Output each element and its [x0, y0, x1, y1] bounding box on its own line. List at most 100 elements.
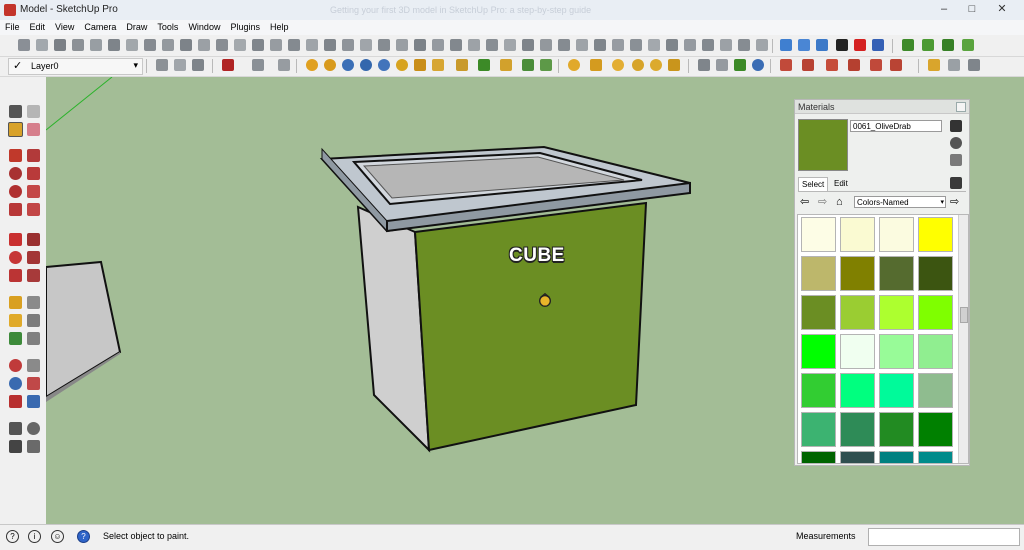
- warehouse-icon[interactable]: [500, 59, 512, 71]
- menu-file[interactable]: File: [0, 20, 25, 34]
- pie-icon[interactable]: [9, 203, 22, 216]
- paint-bucket-small-icon[interactable]: [950, 120, 962, 132]
- protractor-icon[interactable]: [9, 314, 22, 327]
- component-icon[interactable]: [27, 105, 40, 118]
- extension-red3-icon[interactable]: [826, 59, 838, 71]
- leaf-plugin-icon[interactable]: [962, 39, 974, 51]
- cube-settings-icon[interactable]: [968, 59, 980, 71]
- move-tool-icon[interactable]: [180, 39, 192, 51]
- section-plane-tool-icon[interactable]: [504, 39, 516, 51]
- protractor-tool-icon[interactable]: [270, 39, 282, 51]
- position-camera-tool-icon[interactable]: [486, 39, 498, 51]
- view-left-icon[interactable]: [396, 59, 408, 71]
- previous-view-icon[interactable]: [27, 395, 40, 408]
- scale-tool-icon[interactable]: [216, 39, 228, 51]
- zoom-window-icon[interactable]: [27, 377, 40, 390]
- orbit-tool-icon[interactable]: [360, 39, 372, 51]
- follow-me-tool-icon[interactable]: [234, 39, 246, 51]
- shaded-icon[interactable]: [720, 39, 732, 51]
- material-swatch[interactable]: [918, 373, 953, 408]
- xyz-plugin-icon[interactable]: [798, 39, 810, 51]
- view-top-icon[interactable]: [324, 59, 336, 71]
- drape-tool-icon[interactable]: [594, 39, 606, 51]
- sandbox-icon[interactable]: [478, 59, 490, 71]
- details-arrow-icon[interactable]: ⇨: [950, 196, 959, 208]
- pan-tool-icon[interactable]: [378, 39, 390, 51]
- play-icon[interactable]: [836, 39, 848, 51]
- back-edges-icon[interactable]: [666, 39, 678, 51]
- push-pull-tool-icon[interactable]: [144, 39, 156, 51]
- menu-edit[interactable]: Edit: [25, 20, 51, 34]
- arc-tool-icon[interactable]: [54, 39, 66, 51]
- minimize-button[interactable]: –: [932, 2, 956, 17]
- add-detail-tool-icon[interactable]: [612, 39, 624, 51]
- text-label-icon[interactable]: [27, 314, 40, 327]
- orbit-icon[interactable]: [9, 359, 22, 372]
- skin-plugin-icon[interactable]: [780, 39, 792, 51]
- material-swatch[interactable]: [840, 256, 875, 291]
- stamp-tool-icon[interactable]: [576, 39, 588, 51]
- extension-red6-icon[interactable]: [890, 59, 902, 71]
- eyedropper-icon[interactable]: [950, 177, 962, 189]
- solid-trim-icon[interactable]: [632, 59, 644, 71]
- tree-plugin-icon[interactable]: [902, 39, 914, 51]
- section-cut-icon[interactable]: [252, 59, 264, 71]
- freehand-icon[interactable]: [27, 167, 40, 180]
- material-swatch[interactable]: [918, 256, 953, 291]
- view-right-icon[interactable]: [360, 59, 372, 71]
- grass-plugin-icon[interactable]: [922, 39, 934, 51]
- walk-footprints-icon[interactable]: [9, 440, 22, 453]
- sandbox-contours-icon[interactable]: [522, 39, 534, 51]
- scale-icon[interactable]: [9, 269, 22, 282]
- outer-shell-icon[interactable]: [668, 59, 680, 71]
- wireframe-icon[interactable]: [684, 39, 696, 51]
- cube-yellow-icon[interactable]: [928, 59, 940, 71]
- user-icon[interactable]: ☺: [51, 530, 64, 543]
- menu-draw[interactable]: Draw: [121, 20, 152, 34]
- material-swatch[interactable]: [840, 451, 875, 463]
- flip-edge-tool-icon[interactable]: [630, 39, 642, 51]
- menu-plugins[interactable]: Plugins: [225, 20, 265, 34]
- material-swatch[interactable]: [879, 334, 914, 369]
- arc-icon[interactable]: [27, 185, 40, 198]
- polygon-tool-icon[interactable]: [108, 39, 120, 51]
- offset-tool-icon[interactable]: [162, 39, 174, 51]
- maximize-button[interactable]: □: [960, 2, 984, 17]
- x-ray-icon[interactable]: [648, 39, 660, 51]
- dynamic-component-icon[interactable]: [698, 59, 710, 71]
- material-swatch[interactable]: [801, 412, 836, 447]
- tape-measure-icon[interactable]: [9, 296, 22, 309]
- tape-measure-tool-icon[interactable]: [252, 39, 264, 51]
- tag-icon[interactable]: [414, 59, 426, 71]
- axes-tool-icon[interactable]: [324, 39, 336, 51]
- measurements-input[interactable]: [868, 528, 1020, 546]
- hidden-line-icon[interactable]: [702, 39, 714, 51]
- rectangle-tool-icon[interactable]: [72, 39, 84, 51]
- material-swatch[interactable]: [801, 334, 836, 369]
- component-options-icon[interactable]: [716, 59, 728, 71]
- extension-red4-icon[interactable]: [848, 59, 860, 71]
- material-swatch[interactable]: [879, 373, 914, 408]
- smoove-tool-icon[interactable]: [558, 39, 570, 51]
- select-arrow-icon[interactable]: [9, 105, 22, 118]
- position-camera-icon[interactable]: [9, 422, 22, 435]
- menu-view[interactable]: View: [50, 20, 79, 34]
- instructor-help-icon[interactable]: ?: [77, 530, 90, 543]
- dimension-tool-icon[interactable]: [288, 39, 300, 51]
- create-material-icon[interactable]: [950, 137, 962, 149]
- stop-icon[interactable]: [854, 39, 866, 51]
- eraser-style-icon[interactable]: [174, 59, 186, 71]
- paint-style-icon[interactable]: [156, 59, 168, 71]
- 3d-text-icon[interactable]: [27, 332, 40, 345]
- pencil-icon[interactable]: [27, 149, 40, 162]
- material-swatch[interactable]: [840, 334, 875, 369]
- interact-icon[interactable]: [734, 59, 746, 71]
- arrow-style-icon[interactable]: [432, 59, 444, 71]
- freehand-tool-icon[interactable]: [126, 39, 138, 51]
- close-button[interactable]: ✕: [990, 2, 1014, 17]
- menu-camera[interactable]: Camera: [79, 20, 121, 34]
- panel-close-icon[interactable]: [956, 102, 966, 112]
- material-swatch[interactable]: [918, 217, 953, 252]
- 3d-text-tool-icon[interactable]: [342, 39, 354, 51]
- curve-icon[interactable]: [278, 59, 290, 71]
